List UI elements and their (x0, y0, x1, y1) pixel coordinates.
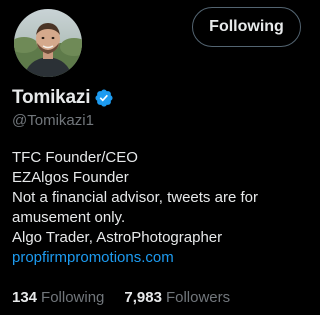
bio-line: TFC Founder/CEO (12, 149, 138, 166)
bio-line: Algo Trader, AstroPhotographer (12, 229, 223, 246)
followers-count: 7,983 (124, 289, 162, 306)
avatar-photo (14, 9, 82, 77)
following-stat-link[interactable]: 134 Following (12, 289, 104, 306)
display-name: Tomikazi (12, 87, 91, 108)
followers-stat-link[interactable]: 7,983 Followers (124, 289, 230, 306)
following-label: Following (41, 289, 105, 306)
bio-line: Not a financial advisor, tweets are for (12, 189, 258, 206)
user-handle: @Tomikazi1 (12, 112, 94, 129)
name-row: Tomikazi (12, 86, 114, 110)
followers-label: Followers (165, 289, 231, 306)
follow-stats: 134 Following 7,983 Followers (12, 289, 230, 306)
avatar[interactable] (12, 7, 84, 79)
following-count: 134 (12, 289, 38, 306)
verified-badge-icon[interactable] (94, 88, 114, 108)
bio-line: EZAlgos Founder (12, 169, 129, 186)
following-button[interactable]: Following (192, 7, 301, 47)
bio-website-link[interactable]: propfirmpromotions.com (12, 248, 302, 268)
bio-line: amusement only. (12, 209, 126, 226)
profile-bio: TFC Founder/CEO EZAlgos Founder Not a fi… (12, 148, 302, 268)
